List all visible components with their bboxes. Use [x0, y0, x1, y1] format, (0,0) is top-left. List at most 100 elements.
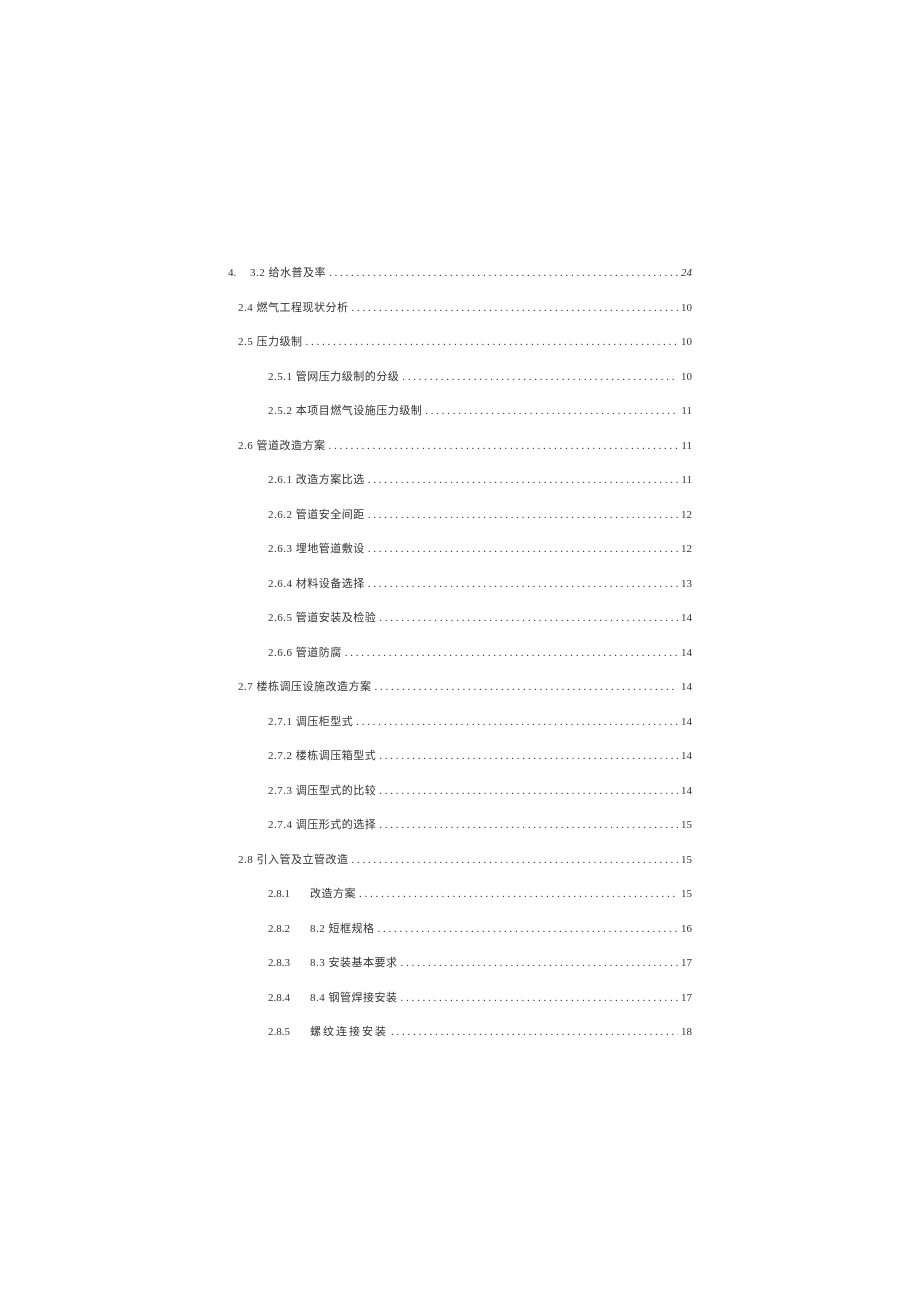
- toc-section-number: 2.8.5: [268, 1026, 310, 1038]
- toc-entry: 2.6.6 管道防腐 14: [268, 644, 692, 660]
- toc-label: 2.5 压力级制: [238, 333, 303, 349]
- toc-label: 2.6 管道改造方案: [238, 437, 326, 453]
- toc-label: 2.6.5 管道安装及检验: [268, 609, 376, 625]
- toc-leader-dots: [368, 543, 678, 555]
- toc-leader-dots: [359, 888, 678, 900]
- toc-label: 2.5.2 本项目燃气设施压力级制: [268, 402, 422, 418]
- toc-entry: 2.8.38.3 安装基本要求 17: [268, 954, 692, 970]
- toc-label: 3.2 给水普及率: [250, 264, 326, 280]
- toc-entry: 2.7.3 调压型式的比较 14: [268, 782, 692, 798]
- toc-entry: 2.7.4 调压形式的选择 15: [268, 816, 692, 832]
- toc-entry: 2.8.5螺纹连接安装 18: [268, 1023, 692, 1039]
- toc-label: 2.4 燃气工程现状分析: [238, 299, 349, 315]
- toc-leader-dots: [368, 509, 678, 521]
- toc-entry: 2.6 管道改造方案 11: [238, 437, 692, 453]
- toc-label: 2.6.1 改造方案比选: [268, 471, 365, 487]
- toc-leader-dots: [329, 440, 679, 452]
- toc-page-number: 17: [681, 992, 692, 1004]
- toc-label: 2.7 楼栋调压设施改造方案: [238, 678, 372, 694]
- toc-entry: 2.8.48.4 钢管焊接安装 17: [268, 989, 692, 1005]
- toc-entry: 2.7 楼栋调压设施改造方案 14: [238, 678, 692, 694]
- toc-section-number: 2.8.1: [268, 888, 310, 900]
- toc-entry: 2.8.1改造方案 15: [268, 885, 692, 901]
- toc-entry: 2.5.2 本项目燃气设施压力级制 11: [268, 402, 692, 418]
- toc-leader-dots: [368, 578, 678, 590]
- toc-page-number: 24: [681, 267, 692, 279]
- toc-page-number: 15: [681, 819, 692, 831]
- toc-label: 2.6.3 埋地管道敷设: [268, 540, 365, 556]
- toc-leader-dots: [379, 612, 678, 624]
- toc-page-number: 12: [681, 543, 692, 555]
- toc-entry: 2.4 燃气工程现状分析 10: [238, 299, 692, 315]
- toc-label: 8.2 短框规格: [310, 920, 375, 936]
- toc-entry: 2.7.2 楼栋调压箱型式 14: [268, 747, 692, 763]
- toc-page-number: 10: [681, 336, 692, 348]
- toc-entry: 2.6.4 材料设备选择 13: [268, 575, 692, 591]
- toc-entry: 2.8 引入管及立管改造 15: [238, 851, 692, 867]
- toc-page-number: 16: [681, 923, 692, 935]
- toc-page-number: 11: [681, 440, 692, 452]
- toc-page-number: 10: [681, 302, 692, 314]
- toc-label: 螺纹连接安装: [310, 1023, 388, 1039]
- toc-leader-dots: [378, 923, 679, 935]
- toc-section-number: 2.8.4: [268, 992, 310, 1004]
- toc-leader-dots: [352, 302, 679, 314]
- toc-label: 2.6.4 材料设备选择: [268, 575, 365, 591]
- toc-section-number: 2.8.2: [268, 923, 310, 935]
- toc-entry: 2.7.1 调压柜型式 14: [268, 713, 692, 729]
- toc-leader-dots: [402, 371, 678, 383]
- toc-page-number: 14: [681, 612, 692, 624]
- toc-page-number: 14: [681, 647, 692, 659]
- toc-leader-dots: [345, 647, 678, 659]
- toc-page-number: 14: [681, 750, 692, 762]
- toc-page-number: 11: [681, 405, 692, 417]
- toc-leader-dots: [352, 854, 679, 866]
- toc-leader-dots: [329, 267, 678, 279]
- toc-label: 2.8 引入管及立管改造: [238, 851, 349, 867]
- toc-label: 2.6.2 管道安全间距: [268, 506, 365, 522]
- toc-leader-dots: [306, 336, 679, 348]
- toc-label: 2.5.1 管网压力级制的分级: [268, 368, 399, 384]
- toc-page-number: 15: [681, 888, 692, 900]
- toc-page-number: 15: [681, 854, 692, 866]
- toc-page-number: 14: [681, 681, 692, 693]
- toc-entry: 2.5 压力级制 10: [238, 333, 692, 349]
- toc-label: 2.7.2 楼栋调压箱型式: [268, 747, 376, 763]
- toc-page-number: 14: [681, 785, 692, 797]
- toc-label: 2.7.4 调压形式的选择: [268, 816, 376, 832]
- toc-list: 4.3.2 给水普及率242.4 燃气工程现状分析102.5 压力级制102.5…: [228, 264, 692, 1039]
- toc-label: 改造方案: [310, 885, 356, 901]
- toc-label: 8.4 钢管焊接安装: [310, 989, 398, 1005]
- toc-section-number: 2.8.3: [268, 957, 310, 969]
- toc-prefix: 4.: [228, 267, 250, 279]
- toc-page-number: 17: [681, 957, 692, 969]
- toc-page-number: 14: [681, 716, 692, 728]
- toc-entry: 2.5.1 管网压力级制的分级 10: [268, 368, 692, 384]
- toc-label: 2.7.3 调压型式的比较: [268, 782, 376, 798]
- toc-page-number: 13: [681, 578, 692, 590]
- toc-leader-dots: [375, 681, 679, 693]
- toc-leader-dots: [356, 716, 678, 728]
- toc-entry: 2.6.1 改造方案比选 11: [268, 471, 692, 487]
- toc-page-number: 18: [681, 1026, 692, 1038]
- toc-leader-dots: [368, 474, 679, 486]
- toc-entry: 2.6.3 埋地管道敷设 12: [268, 540, 692, 556]
- toc-leader-dots: [425, 405, 678, 417]
- toc-page-number: 12: [681, 509, 692, 521]
- toc-page: 4.3.2 给水普及率242.4 燃气工程现状分析102.5 压力级制102.5…: [0, 0, 920, 1039]
- toc-label: 2.6.6 管道防腐: [268, 644, 342, 660]
- toc-leader-dots: [379, 750, 678, 762]
- toc-leader-dots: [391, 1026, 678, 1038]
- toc-leader-dots: [379, 785, 678, 797]
- toc-label: 2.7.1 调压柜型式: [268, 713, 353, 729]
- toc-leader-dots: [379, 819, 678, 831]
- toc-leader-dots: [401, 992, 679, 1004]
- toc-page-number: 10: [681, 371, 692, 383]
- toc-entry: 4.3.2 给水普及率 24: [228, 264, 692, 280]
- toc-entry: 2.8.28.2 短框规格 16: [268, 920, 692, 936]
- toc-label: 8.3 安装基本要求: [310, 954, 398, 970]
- toc-entry: 2.6.2 管道安全间距 12: [268, 506, 692, 522]
- toc-entry: 2.6.5 管道安装及检验 14: [268, 609, 692, 625]
- toc-page-number: 11: [681, 474, 692, 486]
- toc-leader-dots: [401, 957, 679, 969]
